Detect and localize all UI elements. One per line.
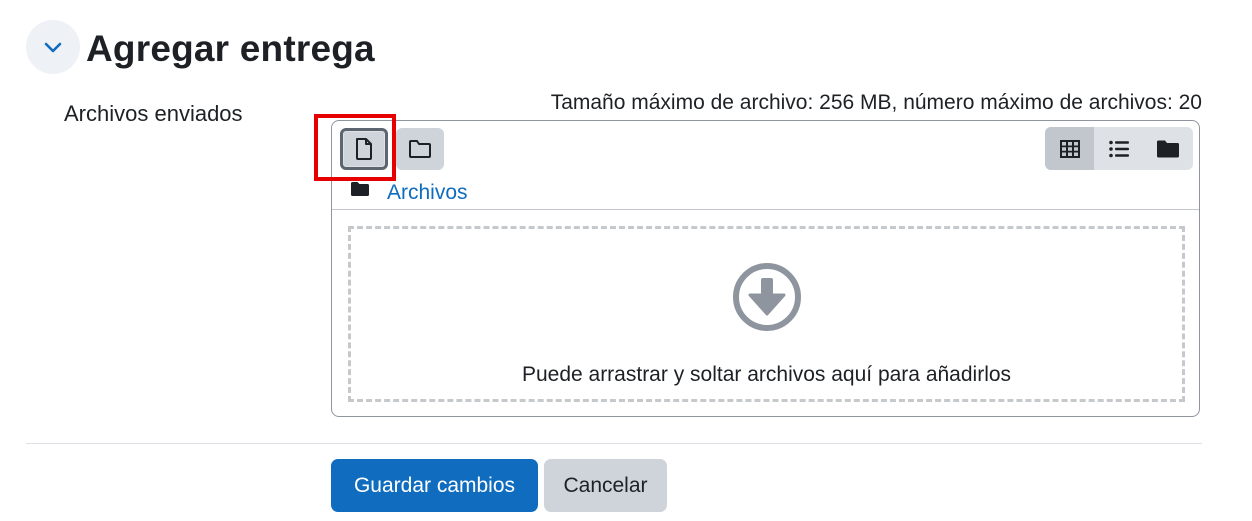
drop-zone-text: Puede arrastrar y soltar archivos aquí p… — [521, 363, 1012, 386]
create-folder-button[interactable] — [396, 128, 444, 170]
grid-view-button[interactable] — [1045, 127, 1095, 170]
list-view-icon — [1109, 140, 1129, 157]
folder-view-button[interactable] — [1144, 127, 1193, 170]
file-icon — [356, 138, 372, 160]
field-label: Archivos enviados — [64, 101, 243, 126]
view-switcher — [1045, 127, 1193, 170]
chevron-down-icon — [44, 42, 62, 53]
folder-outline-icon — [409, 140, 431, 158]
save-changes-button[interactable]: Guardar cambios — [331, 459, 538, 512]
collapse-toggle-button[interactable] — [26, 20, 80, 74]
divider — [26, 443, 1202, 444]
download-circle-icon — [732, 263, 801, 331]
list-view-button[interactable] — [1094, 127, 1143, 170]
cancel-button[interactable]: Cancelar — [544, 459, 667, 512]
grid-view-icon — [1059, 139, 1080, 158]
file-manager: Archivos Puede arrastrar y soltar archiv… — [331, 120, 1200, 417]
folder-view-icon — [1157, 140, 1180, 157]
drop-zone[interactable]: Puede arrastrar y soltar archivos aquí p… — [348, 226, 1185, 402]
max-file-info: Tamaño máximo de archivo: 256 MB, número… — [550, 91, 1202, 114]
add-file-button[interactable] — [340, 128, 388, 170]
section-title: Agregar entrega — [86, 28, 375, 69]
path-bar: Archivos — [332, 176, 1199, 210]
path-link-archivos[interactable]: Archivos — [387, 180, 468, 206]
folder-icon — [351, 182, 369, 196]
